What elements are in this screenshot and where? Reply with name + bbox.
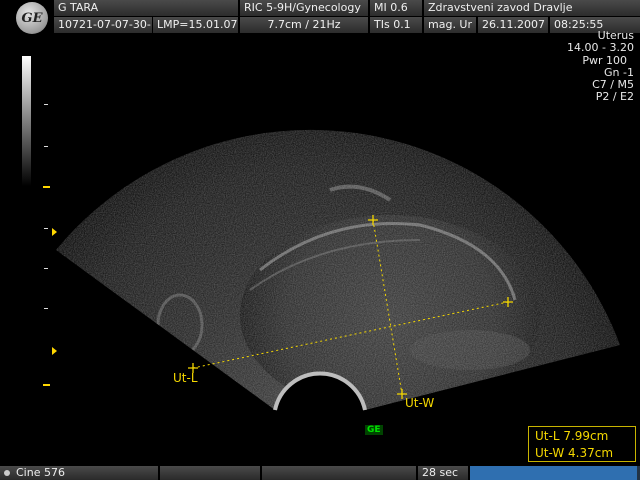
ultrasound-image[interactable] [0, 0, 640, 480]
measurement-results: Ut-L 7.99cm Ut-W 4.37cm [528, 426, 636, 462]
cine-label: Cine 576 [16, 466, 65, 479]
circle-icon [4, 470, 10, 476]
result-width: Ut-W 4.37cm [535, 446, 614, 460]
cine-progress-fill [470, 466, 637, 480]
cine-progress-bar[interactable] [470, 466, 640, 480]
cine-duration: 28 sec [418, 466, 468, 480]
result-length: Ut-L 7.99cm [535, 429, 609, 443]
cine-indicator[interactable]: Cine 576 [0, 466, 158, 480]
length-caliper-label: Ut-L [173, 371, 198, 385]
footer-blank [160, 466, 260, 480]
ge-tag: GE [365, 425, 383, 435]
footer-blank [262, 466, 416, 480]
width-caliper-label: Ut-W [405, 396, 435, 410]
